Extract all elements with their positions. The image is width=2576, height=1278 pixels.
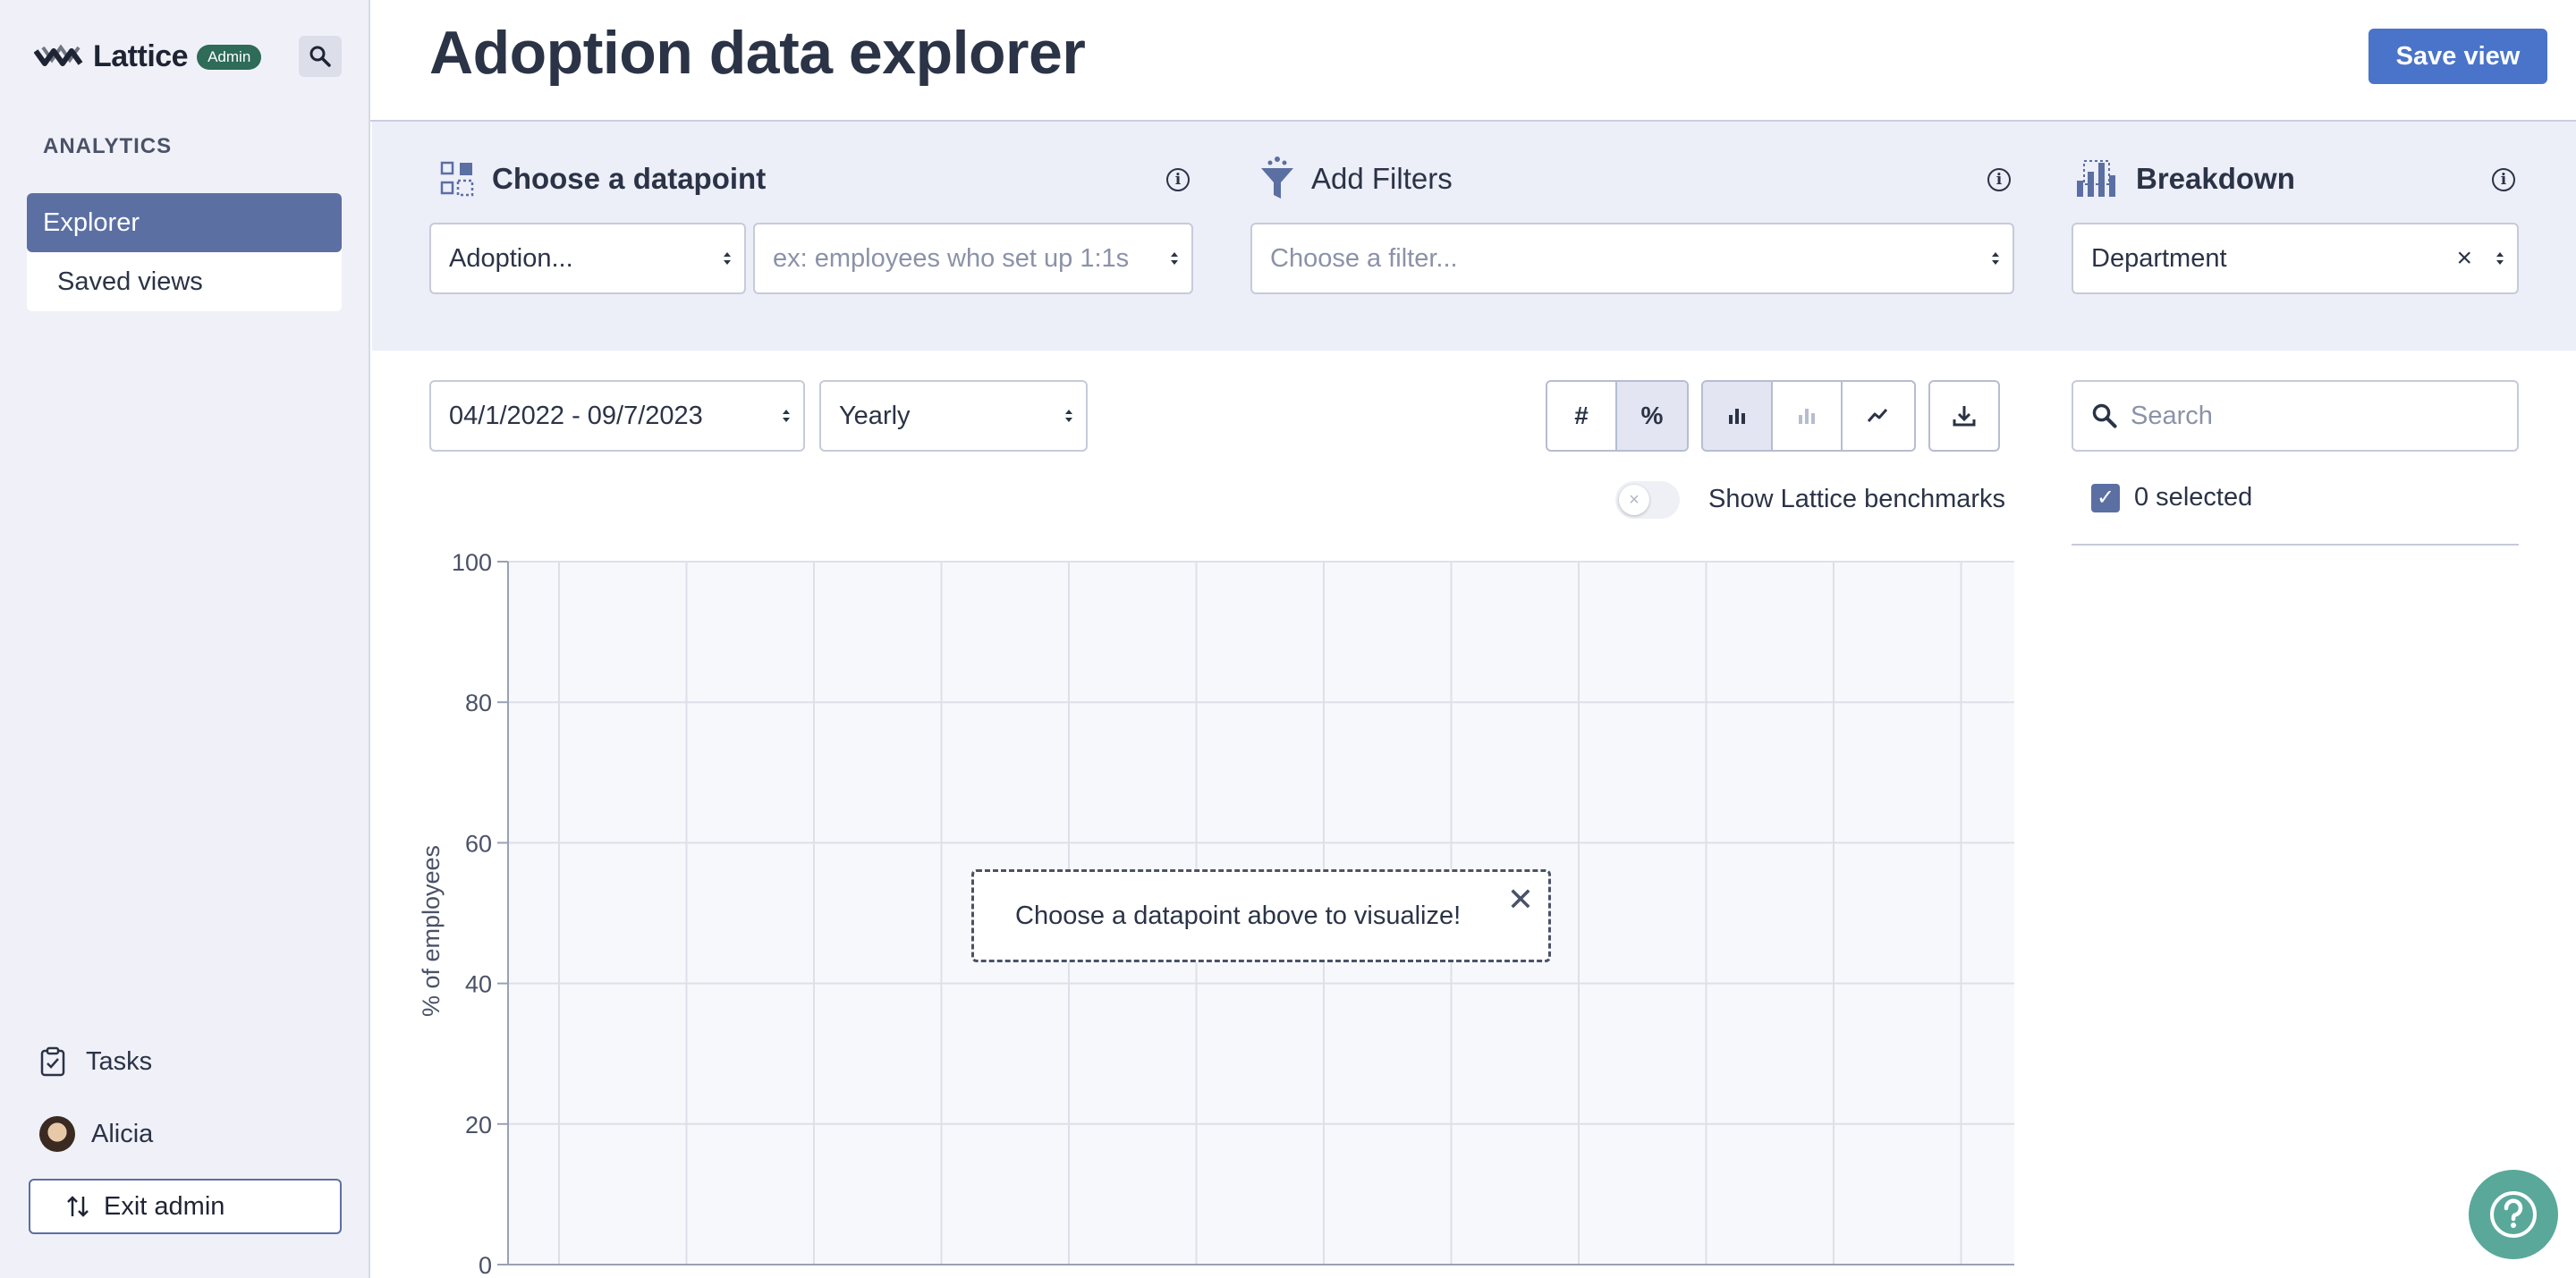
y-tick-label: 60: [465, 830, 492, 857]
count-mode-button[interactable]: #: [1547, 382, 1617, 450]
app-name: Lattice: [93, 39, 189, 73]
date-range-select[interactable]: 04/1/2022 - 09/7/2023: [429, 380, 805, 452]
filter-select[interactable]: Choose a filter...: [1250, 223, 2014, 294]
y-tick-label: 80: [465, 690, 492, 716]
y-tick-label: 40: [465, 971, 492, 998]
benchmarks-toggle[interactable]: ×: [1615, 481, 1680, 519]
sidebar-item-tasks[interactable]: Tasks: [39, 1046, 152, 1077]
sidebar-item-saved-views[interactable]: Saved views: [27, 252, 342, 311]
breakdown-select-value: Department: [2091, 243, 2227, 273]
breakdown-select[interactable]: Department ×: [2072, 223, 2519, 294]
filter-placeholder: Choose a filter...: [1270, 243, 1458, 273]
chart-type-group: [1701, 380, 1916, 452]
sidebar-search-button[interactable]: [299, 36, 342, 77]
swap-arrows-icon: [67, 1196, 89, 1217]
tasks-label: Tasks: [86, 1046, 153, 1076]
select-caret-icon: [2496, 252, 2504, 265]
page-title: Adoption data explorer: [429, 19, 1086, 87]
search-icon: [2092, 403, 2117, 428]
save-view-button[interactable]: Save view: [2368, 29, 2547, 84]
filters-title: Add Filters: [1311, 162, 1453, 195]
benchmarks-label: Show Lattice benchmarks: [1708, 485, 2006, 513]
datapoint-icon: [440, 161, 474, 197]
lattice-logo[interactable]: Lattice Admin: [34, 39, 262, 74]
search-icon: [309, 46, 331, 67]
breakdown-info-icon[interactable]: i: [2492, 168, 2515, 191]
stacked-bar-button[interactable]: [1773, 382, 1843, 450]
y-axis-label: % of employees: [418, 845, 445, 1017]
user-name: Alicia: [91, 1119, 154, 1148]
datapoint-select[interactable]: Adoption...: [429, 223, 746, 294]
bar-chart-button[interactable]: [1703, 382, 1773, 450]
datapoint-select-value: Adoption...: [449, 243, 573, 273]
line-chart-button[interactable]: [1843, 382, 1912, 450]
right-panel-divider: [2072, 544, 2519, 546]
filters-info-icon[interactable]: i: [1987, 168, 2011, 191]
breakdown-search-field[interactable]: [2072, 380, 2519, 452]
datapoint-title: Choose a datapoint: [492, 162, 767, 195]
breakdown-title: Breakdown: [2136, 162, 2295, 195]
datapoint-detail-placeholder: ex: employees who set up 1:1s: [773, 243, 1130, 273]
empty-state-text: Choose a datapoint above to visualize!: [1015, 901, 1462, 930]
funnel-icon: [1261, 157, 1293, 199]
datapoint-info-icon[interactable]: i: [1166, 168, 1190, 191]
toggle-off-icon: ×: [1619, 485, 1649, 515]
select-caret-icon: [1171, 252, 1178, 265]
help-question-icon: [2490, 1191, 2537, 1238]
breakdown-search-input[interactable]: [2131, 401, 2488, 431]
admin-badge: Admin: [197, 44, 262, 70]
avatar: [39, 1116, 75, 1152]
filters-header: Add Filters: [1258, 156, 1453, 202]
datapoint-header: Choose a datapoint: [438, 159, 766, 199]
datapoint-detail-select[interactable]: ex: employees who set up 1:1s: [753, 223, 1193, 294]
interval-select[interactable]: Yearly: [819, 380, 1088, 452]
select-all-row[interactable]: ✓ 0 selected: [2091, 483, 2252, 512]
select-caret-icon: [783, 410, 790, 422]
y-tick-label: 100: [452, 549, 492, 576]
empty-state-message: Choose a datapoint above to visualize! ✕: [971, 869, 1551, 962]
sidebar-item-explorer[interactable]: Explorer: [27, 193, 342, 252]
breakdown-chart-icon: [2077, 160, 2115, 197]
sidebar: Lattice Admin ANALYTICS Explorer Saved v…: [0, 0, 370, 1278]
exit-admin-label: Exit admin: [104, 1191, 225, 1221]
exit-admin-button[interactable]: Exit admin: [29, 1179, 342, 1234]
select-caret-icon: [724, 252, 731, 265]
percent-mode-button[interactable]: %: [1617, 382, 1687, 450]
bar-chart-icon: [1729, 409, 1745, 424]
download-button[interactable]: [1928, 380, 2000, 452]
download-icon: [1953, 406, 1976, 427]
y-tick-label: 0: [479, 1252, 492, 1278]
section-label-analytics: ANALYTICS: [43, 134, 173, 158]
clipboard-icon: [40, 1046, 65, 1077]
breakdown-header: Breakdown: [2075, 159, 2295, 199]
select-caret-icon: [1065, 410, 1072, 422]
interval-value: Yearly: [839, 401, 911, 430]
y-tick-label: 20: [465, 1112, 492, 1138]
line-chart-icon: [1867, 409, 1888, 422]
selected-count: 0 selected: [2134, 483, 2253, 512]
date-range-value: 04/1/2022 - 09/7/2023: [449, 401, 703, 430]
stacked-bar-icon: [1799, 409, 1815, 424]
close-icon[interactable]: ✕: [1507, 881, 1534, 918]
help-button[interactable]: [2469, 1170, 2558, 1259]
clear-icon[interactable]: ×: [2456, 243, 2472, 274]
select-all-checkbox[interactable]: ✓: [2091, 483, 2120, 512]
unit-toggle-group: # %: [1546, 380, 1689, 452]
lattice-logo-icon: [34, 44, 83, 66]
select-caret-icon: [1992, 252, 1999, 265]
analytics-nav: Explorer Saved views: [27, 193, 342, 311]
user-profile[interactable]: Alicia: [39, 1116, 153, 1152]
